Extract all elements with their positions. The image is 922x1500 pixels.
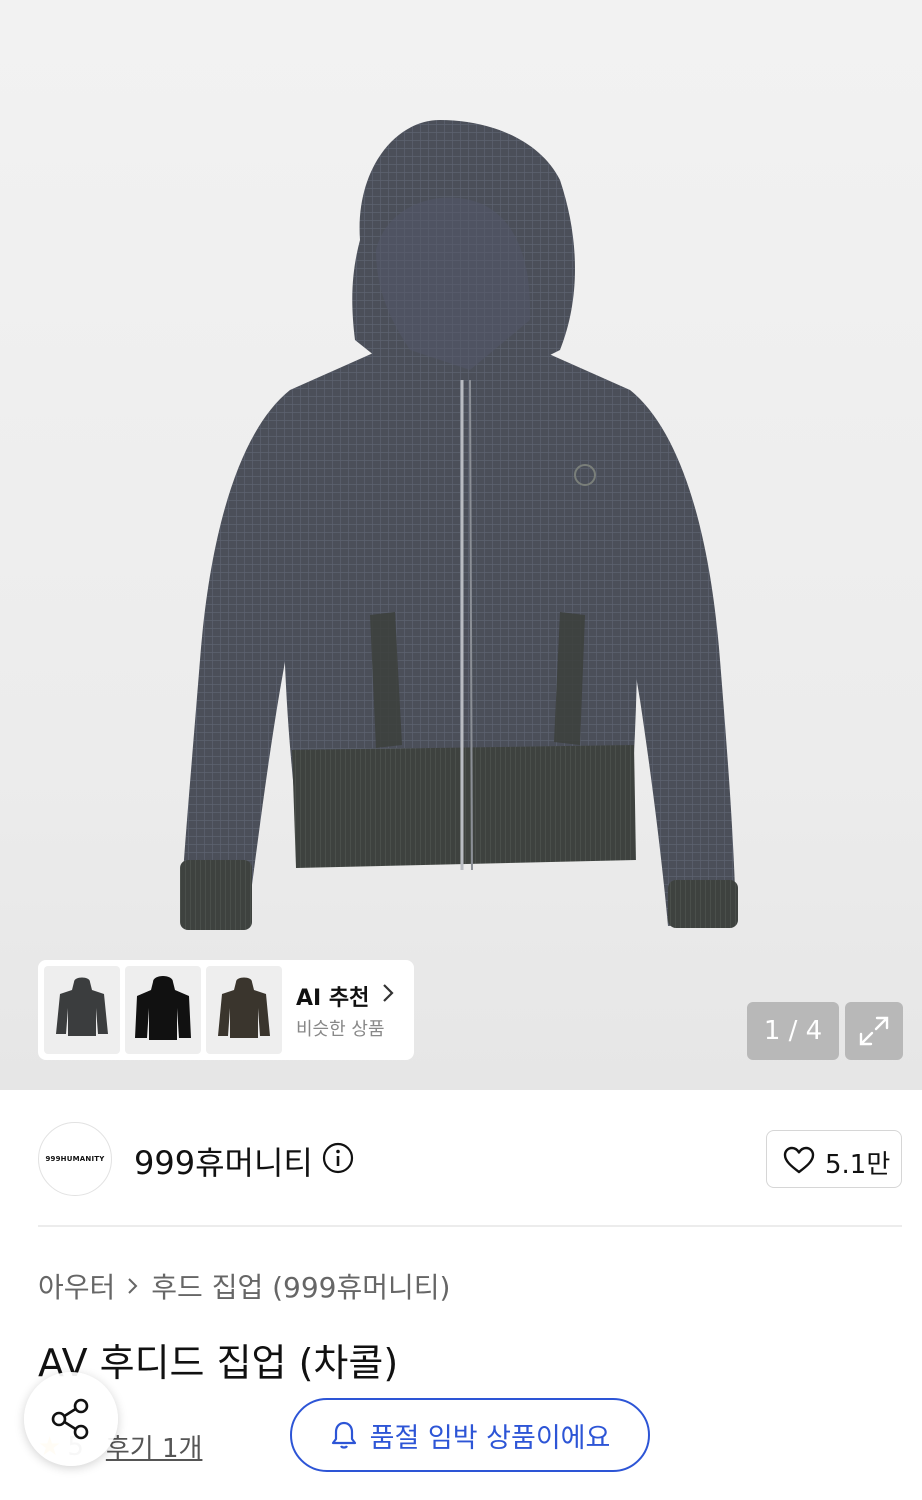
hoodie-thumb-icon — [135, 976, 191, 1040]
product-image — [180, 120, 738, 930]
chevron-right-icon — [128, 1278, 138, 1294]
product-image-gallery[interactable]: AI 추천 비슷한 상품 1 / 4 — [0, 0, 922, 1090]
expand-icon — [859, 1016, 889, 1046]
recommend-thumb-3[interactable] — [206, 966, 282, 1054]
recommend-thumb-2[interactable] — [125, 966, 201, 1054]
brand-name[interactable]: 999휴머니티 — [134, 1138, 313, 1184]
breadcrumb: 아우터 후드 집업 (999휴머니티) — [38, 1266, 450, 1306]
share-icon — [51, 1398, 89, 1440]
bell-icon — [331, 1421, 356, 1449]
divider — [38, 1225, 902, 1227]
like-button[interactable]: 5.1만 — [766, 1130, 902, 1188]
ai-recommend-title: AI 추천 — [296, 986, 370, 1011]
restock-alert-button[interactable]: 품절 임박 상품이에요 — [290, 1398, 650, 1472]
brand-logo-text: 999HUMANITY — [45, 1155, 105, 1163]
chevron-right-icon — [383, 984, 394, 1002]
expand-image-button[interactable] — [845, 1002, 903, 1060]
heart-icon — [783, 1146, 815, 1174]
info-icon[interactable] — [322, 1142, 354, 1174]
like-count: 5.1만 — [825, 1150, 891, 1180]
hoodie-thumb-icon — [56, 977, 108, 1036]
breadcrumb-subcategory[interactable]: 후드 집업 (999휴머니티) — [151, 1266, 450, 1306]
review-link[interactable]: 후기 1개 — [106, 1428, 203, 1465]
restock-alert-label: 품절 임박 상품이에요 — [369, 1422, 611, 1454]
hoodie-thumb-icon — [218, 977, 270, 1038]
image-pager: 1 / 4 — [747, 1002, 839, 1060]
breadcrumb-category[interactable]: 아우터 — [38, 1266, 115, 1306]
ai-recommend-subtitle: 비슷한 상품 — [296, 1019, 385, 1040]
recommend-thumb-1[interactable] — [44, 966, 120, 1054]
ai-recommend-card[interactable]: AI 추천 비슷한 상품 — [38, 960, 414, 1060]
share-button[interactable] — [24, 1372, 118, 1466]
brand-logo[interactable]: 999HUMANITY — [38, 1122, 112, 1196]
